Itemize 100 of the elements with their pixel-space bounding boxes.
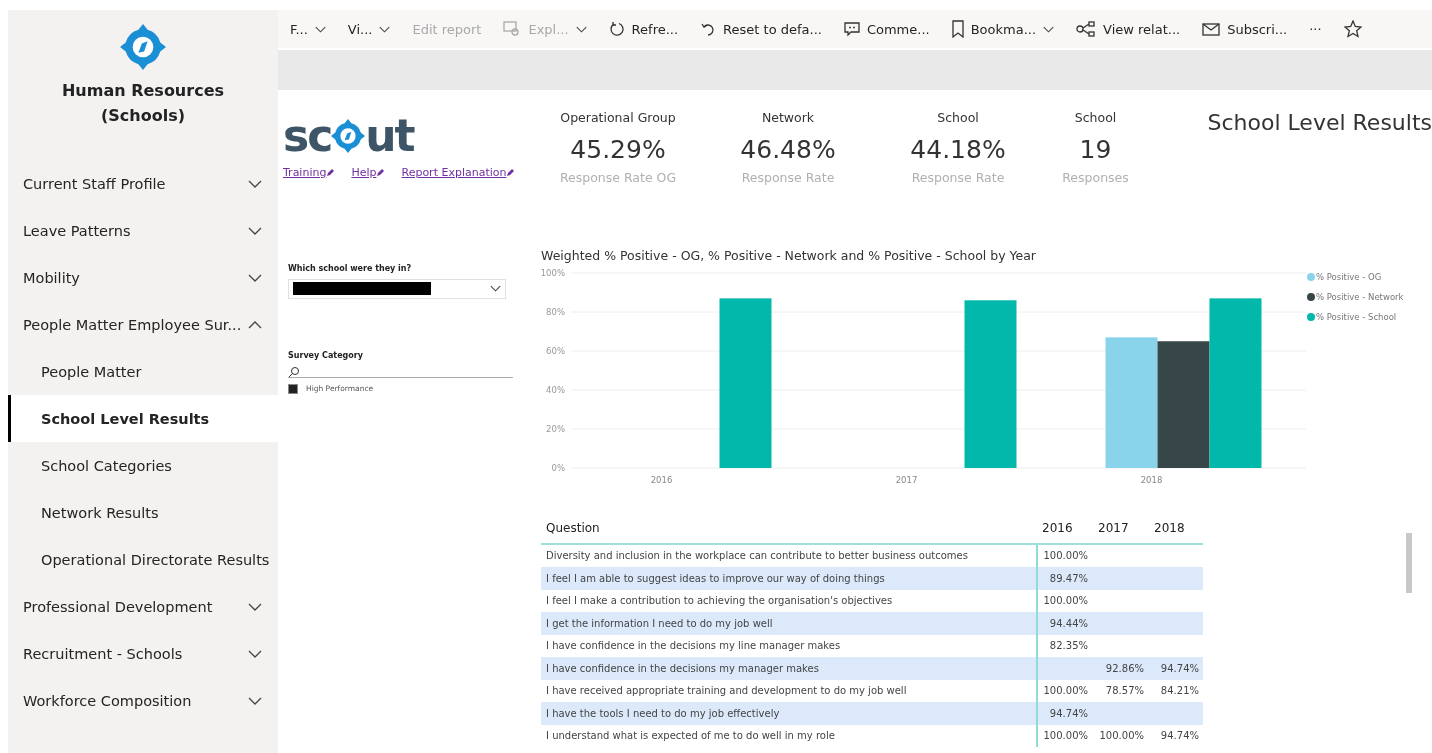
axis-label: 100% [541, 267, 565, 278]
nav-subitem[interactable]: School Level Results [8, 395, 278, 442]
nav-item[interactable]: Professional Development [8, 583, 278, 630]
nav-item[interactable]: Recruitment - Schools [8, 630, 278, 677]
nav-subitem[interactable]: School Categories [8, 442, 278, 489]
chevron-icon [575, 25, 587, 33]
axis-label: 80% [546, 306, 565, 317]
kpi-value: 19 [1079, 135, 1112, 164]
table-cell-text: I have confidence in the decisions my manager makes [545, 661, 820, 676]
filter-label: Which school were they in? [288, 263, 413, 273]
legend-item: % Positive - Network [1307, 291, 1404, 302]
chart-title: Weighted % Positive - OG, % Positive - Network and % Positive - School by Year [541, 247, 1037, 263]
column-header[interactable]: 2018 [1148, 520, 1203, 535]
toolbar-button[interactable] [1343, 20, 1362, 38]
pencil-icon [506, 168, 516, 177]
compass-icon [331, 119, 366, 153]
toolbar-button[interactable]: Subscri... [1202, 21, 1288, 37]
kpi-caption: Response Rate [911, 170, 1005, 185]
chevron-icon [248, 602, 262, 611]
kpi-value: 44.18% [910, 135, 1006, 164]
axis-label: 2018 [1140, 474, 1163, 485]
star-icon [1343, 20, 1362, 38]
toolbar-button[interactable]: Vi... [347, 21, 391, 37]
logo-text: ut [365, 112, 414, 160]
chevron-icon [248, 273, 262, 282]
kpi-heading: School [1074, 110, 1117, 125]
table-cell-text: 78.57% [1104, 684, 1145, 699]
mail-icon [1202, 22, 1221, 36]
nav-item[interactable]: Workforce Composition [8, 677, 278, 724]
table-cell-text: 94.74% [1159, 661, 1200, 676]
compass-logo-icon [120, 24, 166, 70]
nav-item[interactable]: People Matter Employee Sur... [8, 301, 278, 348]
table-cell-text: I get the information I need to do my job well [545, 616, 774, 631]
toolbar-button[interactable]: F... [290, 21, 326, 37]
column-header[interactable]: 2016 [1036, 520, 1092, 535]
bookmark-icon [951, 20, 964, 38]
nav-subitem[interactable]: Operational Directorate Results [8, 536, 278, 583]
chevron-icon [248, 320, 262, 329]
app-title: Human Resources (Schools) [60, 80, 225, 127]
kpi-caption: Responses [1062, 170, 1129, 185]
chevron-icon [248, 179, 262, 188]
nav-subitem[interactable]: People Matter [8, 348, 278, 395]
axis-label: 2017 [895, 474, 918, 485]
nav-item[interactable]: Current Staff Profile [8, 160, 278, 207]
table-cell-text: 94.74% [1159, 729, 1200, 744]
kpi-heading: School [937, 110, 979, 125]
column-header[interactable]: Question [541, 520, 1036, 535]
chevron-icon [314, 25, 326, 33]
table-cell-text: I understand what is expected of me to do well in my role [545, 729, 836, 744]
nav-subitem[interactable]: Network Results [8, 489, 278, 536]
chevron-icon [248, 226, 262, 235]
axis-label: 2016 [650, 474, 673, 485]
toolbar-button[interactable]: Comme... [843, 21, 930, 37]
undo-icon [700, 21, 717, 37]
filter-label: Survey Category [288, 350, 364, 360]
pencil-icon [376, 168, 386, 177]
toolbar-button[interactable]: Bookma... [951, 20, 1055, 38]
nav-item[interactable]: Leave Patterns [8, 207, 278, 254]
report-link[interactable]: Training [283, 166, 336, 179]
axis-label: 0% [551, 462, 565, 473]
table-cell-text: I feel I make a contribution to achieving the organisation's objectives [545, 594, 894, 609]
kpi-value: 45.29% [570, 135, 666, 164]
kpi-heading: Operational Group [560, 110, 676, 125]
chevron-icon [248, 696, 262, 705]
table-cell-text: I have received appropriate training and development to do my job well [545, 684, 908, 699]
toolbar-button[interactable]: Refre... [608, 21, 679, 37]
toolbar-button[interactable]: ··· [1309, 21, 1322, 37]
legend-item: % Positive - OG [1307, 271, 1382, 282]
table-cell-text: 100.00% [1098, 729, 1145, 744]
toolbar-button[interactable]: View relat... [1076, 21, 1181, 37]
search-icon[interactable] [288, 365, 300, 378]
comment-icon [843, 21, 860, 37]
explore-icon [503, 21, 522, 37]
kpi-caption: Response Rate OG [559, 170, 677, 185]
table-cell-text: I feel I am able to suggest ideas to improve our way of doing things [545, 571, 886, 586]
report-link[interactable]: Help [351, 166, 386, 179]
checkbox[interactable] [288, 383, 298, 394]
chevron-icon [248, 649, 262, 658]
kpi-caption: Response Rate [741, 170, 835, 185]
logo-text: sc [283, 112, 332, 160]
table-cell-text: Diversity and inclusion in the workplace can contribute to better business outcomes [545, 549, 969, 564]
table-cell-text: 92.86% [1104, 661, 1145, 676]
report-link[interactable]: Report Explanation [401, 166, 516, 179]
axis-label: 60% [546, 345, 565, 356]
nav-item[interactable]: Mobility [8, 254, 278, 301]
table-cell-text: I have the tools I need to do my job effectively [545, 706, 781, 721]
pencil-icon [326, 168, 336, 177]
axis-label: 20% [546, 423, 565, 434]
refresh-icon [608, 21, 625, 37]
table-cell: 100.00% [1036, 724, 1092, 748]
table-cell-text: 84.21% [1159, 684, 1200, 699]
legend-item: % Positive - School [1307, 311, 1397, 322]
kpi-value: 46.48% [740, 135, 836, 164]
axis-label: 40% [546, 384, 565, 395]
share-icon [1076, 21, 1097, 37]
school-dropdown[interactable] [288, 278, 506, 299]
toolbar-button[interactable]: Reset to defa... [700, 21, 822, 37]
chevron-icon [490, 285, 501, 293]
chevron-icon [1043, 25, 1055, 33]
column-header[interactable]: 2017 [1092, 520, 1148, 535]
